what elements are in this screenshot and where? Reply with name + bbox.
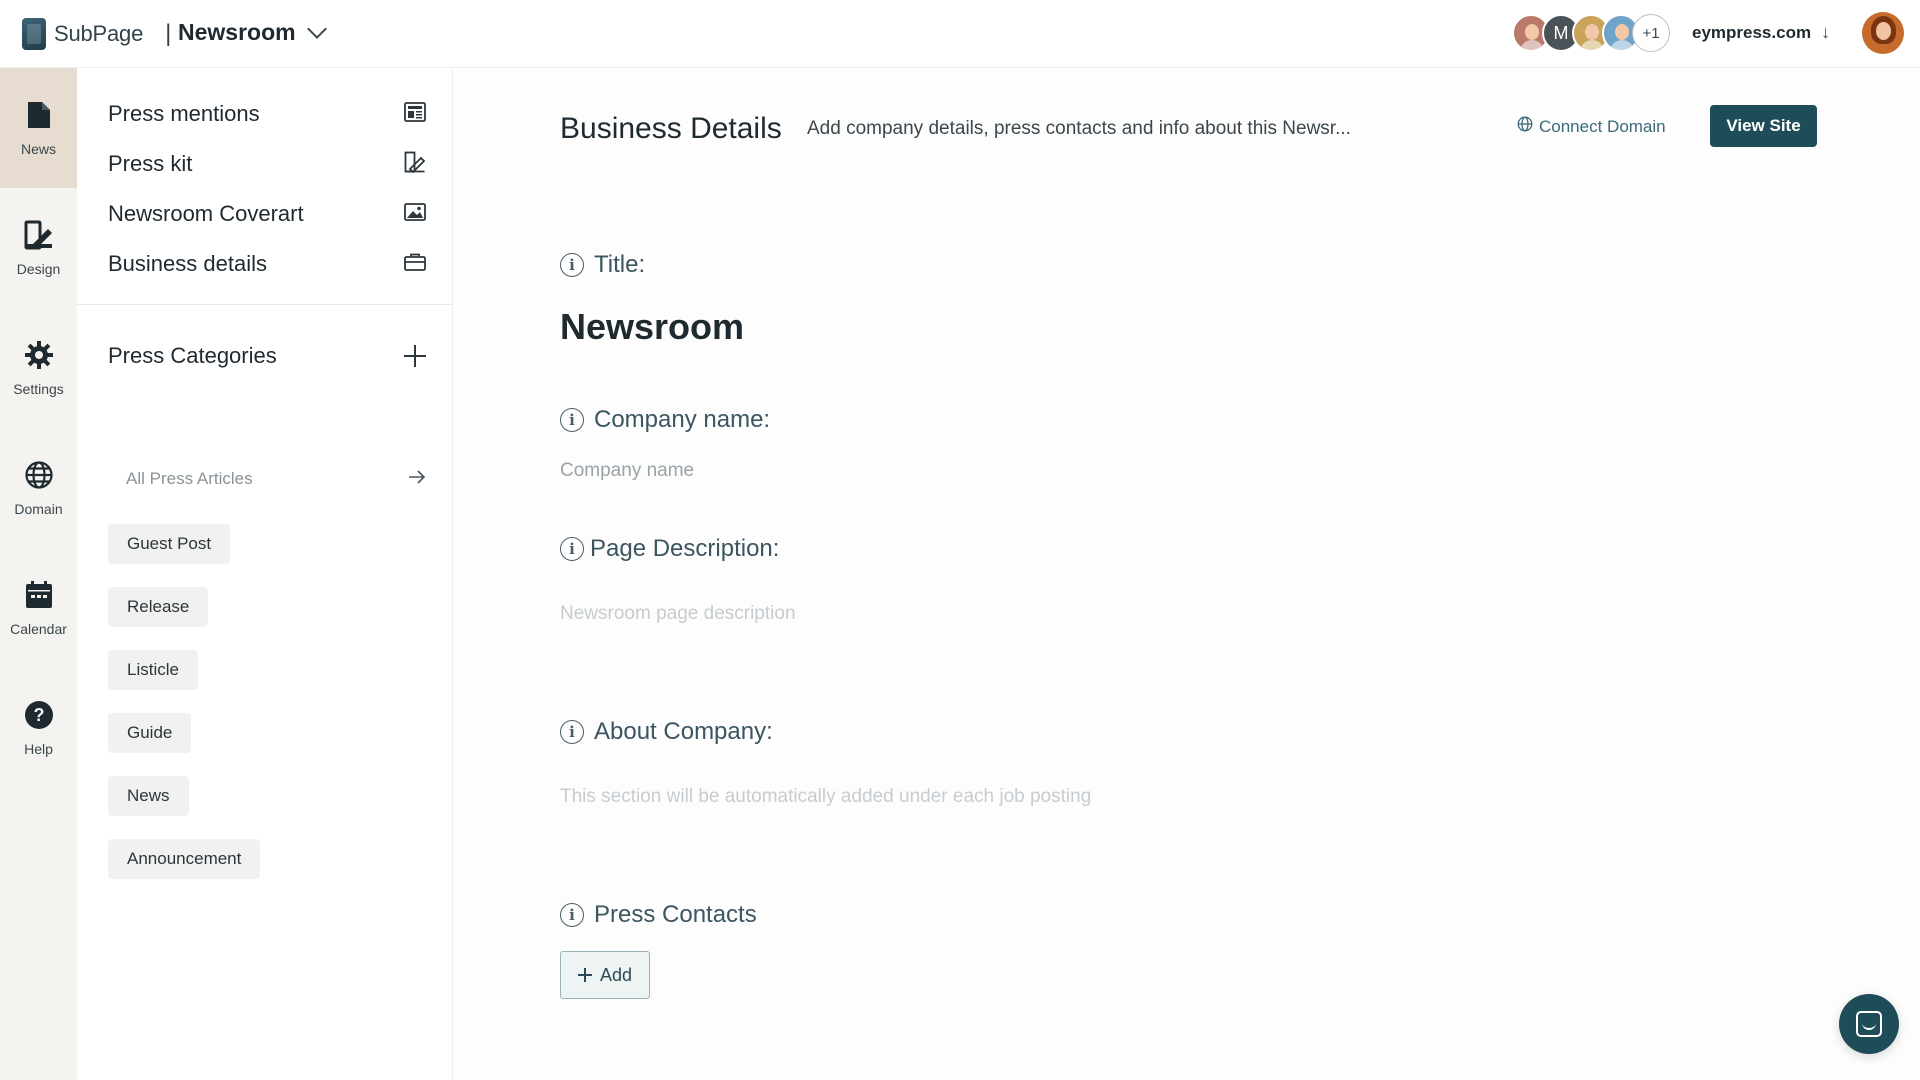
- workspace-switcher[interactable]: Newsroom: [178, 18, 327, 46]
- newsroom-sidebar: Press mentions Press kit Newsroom Covera…: [77, 68, 453, 1080]
- nav-news-label: News: [20, 141, 56, 157]
- title-label-text: Title:: [594, 251, 646, 278]
- sidebar-item-press-mentions[interactable]: Press mentions: [108, 94, 426, 134]
- collaborator-avatars[interactable]: M +1: [1512, 14, 1670, 52]
- info-icon[interactable]: i: [560, 408, 584, 432]
- sidebar-item-label: Press mentions: [108, 101, 260, 126]
- about-company-label-text: About Company:: [594, 718, 773, 745]
- title-field-label: i Title:: [560, 251, 645, 279]
- globe-icon: [23, 459, 55, 491]
- nav-help-label: Help: [24, 741, 53, 757]
- nav-domain[interactable]: Domain: [0, 428, 77, 548]
- nav-design-label: Design: [16, 261, 61, 277]
- page-description-input[interactable]: Newsroom page description: [560, 603, 796, 625]
- press-contacts-section-label: i Press Contacts: [560, 901, 757, 929]
- page-description-field-label: i Page Description:: [560, 535, 779, 563]
- arrow-down-icon: ↓: [1821, 22, 1831, 42]
- domain-name: eympress.com: [1692, 22, 1812, 42]
- sidebar-item-label: Newsroom Coverart: [108, 201, 304, 226]
- user-avatar[interactable]: [1862, 12, 1904, 54]
- more-collaborators-badge[interactable]: +1: [1632, 14, 1670, 52]
- briefcase-icon: [404, 253, 426, 276]
- newspaper-icon: [404, 101, 426, 127]
- category-chip-guide[interactable]: Guide: [108, 713, 192, 753]
- globe-icon: [1517, 116, 1533, 137]
- chevron-down-icon: [306, 18, 327, 39]
- category-chip-release[interactable]: Release: [108, 587, 209, 627]
- design-icon: [23, 219, 55, 251]
- brand-separator: |: [165, 20, 172, 47]
- view-site-button[interactable]: View Site: [1710, 105, 1817, 147]
- page-description-label-text: Page Description:: [590, 535, 780, 562]
- category-chip-guest-post[interactable]: Guest Post: [108, 524, 231, 564]
- sidebar-item-label: Press kit: [108, 151, 193, 176]
- about-company-field-label: i About Company:: [560, 718, 773, 746]
- all-press-articles-link[interactable]: All Press Articles: [126, 464, 426, 494]
- gear-icon: [23, 339, 55, 371]
- svg-text:?: ?: [33, 705, 44, 725]
- calendar-icon: [23, 579, 55, 611]
- sidebar-item-label: Business details: [108, 251, 267, 276]
- nav-settings-label: Settings: [13, 381, 64, 397]
- image-icon: [404, 202, 426, 226]
- press-categories-header: Press Categories: [108, 336, 426, 376]
- brand-name: SubPage: [54, 21, 144, 46]
- main-nav-rail: News Design Settings Domain Calendar ? H…: [0, 68, 77, 1080]
- add-press-contact-button[interactable]: Add: [560, 951, 650, 999]
- plus-icon: [577, 968, 592, 982]
- nav-design[interactable]: Design: [0, 188, 77, 308]
- about-company-input[interactable]: This section will be automatically added…: [560, 786, 1091, 808]
- info-icon[interactable]: i: [560, 903, 584, 927]
- business-details-panel: Business Details Add company details, pr…: [453, 68, 1920, 1080]
- info-icon[interactable]: i: [560, 537, 584, 561]
- top-bar: SubPage | Newsroom M +1 eympress.com ↓: [0, 0, 1920, 68]
- sidebar-item-newsroom-coverart[interactable]: Newsroom Coverart: [108, 194, 426, 234]
- document-icon: [23, 99, 55, 131]
- sidebar-item-press-kit[interactable]: Press kit: [108, 144, 426, 184]
- sidebar-item-business-details[interactable]: Business details: [108, 244, 426, 284]
- all-press-articles-label: All Press Articles: [126, 469, 253, 488]
- domain-switcher[interactable]: eympress.com ↓: [1692, 22, 1830, 43]
- title-input[interactable]: Newsroom: [560, 306, 744, 348]
- add-button-label: Add: [599, 964, 633, 985]
- company-name-input[interactable]: Company name: [560, 460, 694, 482]
- sidebar-divider: [77, 304, 453, 305]
- arrow-right-icon: [408, 469, 426, 489]
- category-chip-announcement[interactable]: Announcement: [108, 839, 261, 879]
- nav-calendar-label: Calendar: [10, 621, 67, 637]
- nav-news[interactable]: News: [0, 68, 77, 188]
- subpage-logo-icon: [22, 18, 46, 50]
- info-icon[interactable]: i: [560, 720, 584, 744]
- design-icon: [404, 151, 426, 178]
- nav-calendar[interactable]: Calendar: [0, 548, 77, 668]
- info-icon[interactable]: i: [560, 253, 584, 277]
- press-categories-title: Press Categories: [108, 343, 277, 368]
- nav-domain-label: Domain: [14, 501, 63, 517]
- page-title: Business Details: [560, 112, 782, 145]
- chat-icon: [1856, 1011, 1882, 1037]
- company-name-field-label: i Company name:: [560, 406, 770, 434]
- add-category-plus-icon[interactable]: [404, 345, 426, 367]
- company-name-label-text: Company name:: [594, 406, 771, 433]
- connect-domain-link[interactable]: Connect Domain: [1517, 116, 1666, 137]
- connect-domain-label: Connect Domain: [1539, 116, 1666, 136]
- category-chip-listicle[interactable]: Listicle: [108, 650, 198, 690]
- category-chip-news[interactable]: News: [108, 776, 189, 816]
- chat-support-button[interactable]: [1839, 994, 1899, 1054]
- nav-help[interactable]: ? Help: [0, 668, 77, 788]
- workspace-name: Newsroom: [178, 19, 296, 45]
- help-icon: ?: [23, 699, 55, 731]
- nav-settings[interactable]: Settings: [0, 308, 77, 428]
- brand-logo-link[interactable]: SubPage |: [22, 18, 171, 50]
- page-subtitle: Add company details, press contacts and …: [807, 118, 1351, 139]
- press-contacts-label-text: Press Contacts: [594, 901, 757, 928]
